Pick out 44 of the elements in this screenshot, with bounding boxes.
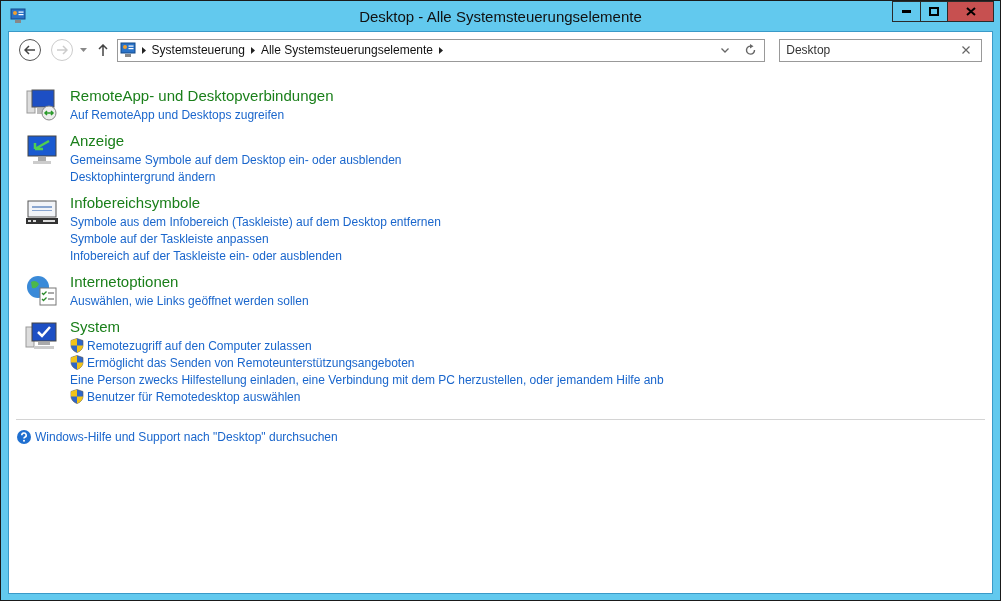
remote-desktop-icon (25, 88, 59, 122)
chevron-icon (250, 46, 255, 54)
chevron-icon (439, 46, 444, 54)
control-panel-icon (10, 8, 26, 24)
task-link[interactable]: Eine Person zwecks Hilfestellung einladen, eine Verbindung mit dem PC herzustellen, oder jemandem Hilfe anb (70, 370, 664, 389)
up-arrow-icon (97, 44, 108, 56)
help-icon (17, 430, 31, 444)
category-title[interactable]: Anzeige (70, 131, 402, 151)
task-link[interactable]: Gemeinsame Symbole auf dem Desktop ein- oder ausblenden (70, 150, 402, 169)
control-panel-icon (119, 42, 136, 58)
task-link[interactable]: Auf RemoteApp und Desktops zugreifen (70, 105, 285, 124)
close-icon (965, 7, 976, 16)
search-field[interactable]: Desktop (779, 38, 982, 62)
task-link[interactable]: Ermöglicht das Senden von Remoteunterstützungsangeboten (87, 353, 415, 372)
maximize-icon (929, 7, 939, 16)
task-link[interactable]: Benutzer für Remotedesktop auswählen (87, 387, 301, 406)
search-input[interactable]: Desktop (786, 41, 962, 59)
category-title[interactable]: Infobereichsymbole (70, 193, 441, 213)
clear-icon[interactable] (962, 46, 970, 54)
breadcrumb-item[interactable]: Systemsteuerung (151, 41, 245, 59)
address-bar[interactable]: Systemsteuerung Alle Systemsteuerungselemente (116, 38, 766, 62)
task-link[interactable]: Auswählen, wie Links geöffnet werden sollen (70, 291, 309, 310)
task-link[interactable]: Symbole aus dem Infobereich (Taskleiste) auf dem Desktop entfernen (70, 212, 441, 231)
caret-icon (80, 48, 88, 52)
chevron-icon (141, 46, 146, 54)
task-link[interactable]: Infobereich auf der Taskleiste ein- oder ausblenden (70, 246, 342, 265)
dropdown-icon[interactable] (721, 47, 730, 53)
minimize-button[interactable] (892, 1, 920, 22)
window-title: Desktop - Alle Systemsteuerungselemente (359, 7, 642, 27)
category-title[interactable]: RemoteApp- und Desktopverbindungen (70, 86, 334, 106)
category-title[interactable]: Internetoptionen (70, 272, 309, 292)
monitor-icon (25, 133, 59, 167)
close-button[interactable] (947, 1, 994, 22)
refresh-icon[interactable] (745, 44, 757, 56)
minimize-icon (902, 10, 911, 13)
help-link[interactable]: Windows-Hilfe und Support nach "Desktop" durchsuchen (35, 428, 338, 446)
globe-checklist-icon (25, 274, 59, 308)
forward-arrow-icon (55, 45, 68, 55)
task-link[interactable]: Symbole auf der Taskleiste anpassen (70, 229, 269, 248)
category-title[interactable]: System (70, 317, 664, 337)
back-arrow-icon (23, 45, 36, 55)
task-link[interactable]: Remotezugriff auf den Computer zulassen (87, 336, 312, 355)
breadcrumb-item[interactable]: Alle Systemsteuerungselemente (260, 41, 434, 59)
task-link[interactable]: Desktophintergrund ändern (70, 167, 216, 186)
